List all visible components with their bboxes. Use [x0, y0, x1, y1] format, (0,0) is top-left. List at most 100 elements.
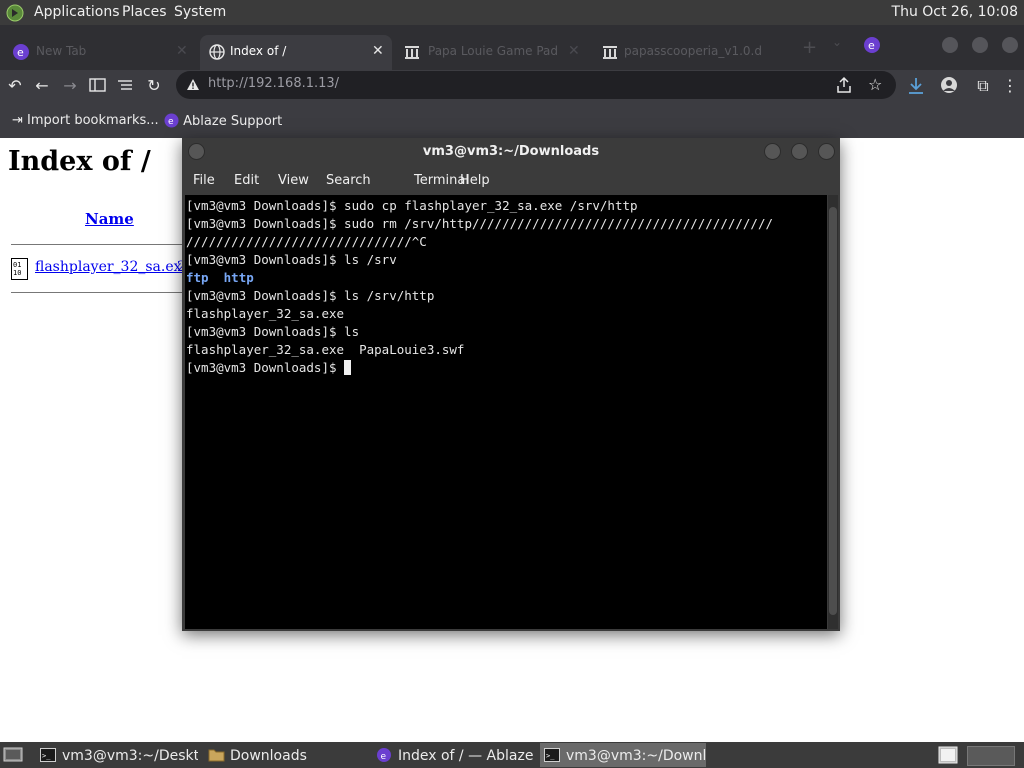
bookmark-label: Ablaze Support	[183, 114, 283, 129]
terminal-line: [vm3@vm3 Downloads]$ ls	[186, 324, 360, 339]
page-title: Index of /	[8, 146, 151, 177]
binary-file-icon: 01 10	[11, 258, 28, 280]
column-header-name[interactable]: Name	[85, 210, 134, 228]
tab-papa-louie[interactable]: Papa Louie Game Pad ✕	[396, 35, 588, 70]
task-browser[interactable]: e Index of / — Ablaze ...	[374, 743, 534, 767]
bookmark-ablaze-support[interactable]: e Ablaze Support	[164, 113, 282, 129]
import-icon: ⇥	[12, 113, 23, 128]
browser-tab-strip: e New Tab ✕ Index of / ✕ Papa Louie Game…	[0, 25, 1024, 70]
workspace-switcher-icon[interactable]	[938, 746, 958, 764]
show-desktop-icon[interactable]	[3, 746, 23, 764]
browser-toolbar: ↶ ← → ↻ http://192.168.1.13/ ☆ ⧉ ⋮	[0, 70, 1024, 102]
forward-arrow-icon[interactable]: →	[58, 74, 82, 98]
menu-edit[interactable]: Edit	[234, 173, 259, 188]
svg-text:01: 01	[13, 261, 21, 269]
terminal-line: [vm3@vm3 Downloads]$ ls /srv	[186, 252, 397, 267]
svg-text:e: e	[17, 46, 24, 59]
undo-close-icon[interactable]: ↶	[3, 74, 27, 98]
terminal-scrollbar[interactable]	[828, 195, 838, 629]
divider	[11, 244, 186, 245]
tab-label: Index of /	[230, 44, 287, 58]
terminal-icon: >_	[40, 748, 56, 762]
file-link[interactable]: flashplayer_32_sa.exe	[35, 259, 190, 275]
terminal-titlebar[interactable]: vm3@vm3:~/Downloads	[182, 138, 840, 165]
tab-index-of[interactable]: Index of / ✕	[200, 35, 392, 70]
svg-text:e: e	[168, 117, 174, 127]
sidebar-icon[interactable]	[89, 78, 106, 92]
task-terminal-desktop[interactable]: >_ vm3@vm3:~/Desktop	[38, 743, 198, 767]
folder-icon	[208, 749, 225, 762]
terminal-window: vm3@vm3:~/Downloads File Edit View Searc…	[182, 138, 840, 631]
tab-list-chevron-icon[interactable]: ⌄	[832, 35, 842, 49]
ablaze-logo-icon: e	[164, 113, 179, 128]
menu-system[interactable]: System	[174, 4, 226, 20]
tab-new-tab[interactable]: e New Tab ✕	[4, 35, 196, 70]
reload-icon[interactable]: ↻	[142, 74, 166, 98]
menu-kebab-icon[interactable]: ⋮	[998, 74, 1022, 98]
minimize-button[interactable]	[764, 143, 781, 160]
menu-help[interactable]: Help	[460, 173, 490, 188]
dir-entry: ftp	[186, 270, 209, 285]
extensions-puzzle-icon[interactable]: ⧉	[971, 74, 995, 98]
terminal-line: ftp http	[186, 270, 254, 285]
terminal-line: flashplayer_32_sa.exe PapaLouie3.swf	[186, 342, 465, 357]
url-bar[interactable]: http://192.168.1.13/ ☆	[176, 71, 896, 99]
taskbar: >_ vm3@vm3:~/Desktop Downloads e Index o…	[0, 742, 1024, 768]
terminal-output[interactable]: [vm3@vm3 Downloads]$ sudo cp flashplayer…	[185, 195, 827, 629]
menu-places[interactable]: Places	[122, 4, 167, 20]
prompt-text: [vm3@vm3 Downloads]$	[186, 360, 345, 375]
menu-search[interactable]: Search	[326, 173, 371, 188]
close-button[interactable]	[818, 143, 835, 160]
menu-view[interactable]: View	[278, 173, 309, 188]
bookmark-label: Import bookmarks...	[27, 113, 159, 128]
bookmark-import[interactable]: ⇥ Import bookmarks...	[12, 113, 159, 128]
window-minimize-button[interactable]	[942, 37, 958, 53]
close-icon[interactable]: ✕	[176, 43, 188, 59]
tab-label: papasscooperia_v1.0.d	[624, 44, 762, 58]
terminal-menubar: File Edit View Search Terminal Help	[182, 168, 840, 194]
bookmark-star-icon[interactable]: ☆	[868, 75, 882, 94]
archive-icon	[405, 46, 419, 59]
task-downloads[interactable]: Downloads	[206, 743, 366, 767]
url-text[interactable]: http://192.168.1.13/	[208, 76, 339, 91]
workspace-pager[interactable]	[967, 746, 1015, 766]
window-close-button[interactable]	[1002, 37, 1018, 53]
ablaze-logo-icon[interactable]: e	[863, 36, 881, 54]
svg-text:>_: >_	[42, 752, 51, 760]
download-icon[interactable]	[907, 76, 925, 96]
new-tab-plus-icon[interactable]: +	[802, 37, 817, 58]
svg-text:e: e	[868, 39, 875, 52]
distro-logo-icon[interactable]	[6, 4, 24, 22]
ablaze-logo-icon: e	[377, 748, 391, 762]
tab-label: New Tab	[36, 44, 87, 58]
terminal-prompt-line: [vm3@vm3 Downloads]$	[186, 360, 352, 375]
svg-text:10: 10	[13, 269, 21, 277]
reader-list-icon[interactable]	[118, 79, 132, 91]
top-panel: Applications Places System Thu Oct 26, 1…	[0, 0, 1024, 25]
task-label: Downloads	[230, 748, 307, 764]
ablaze-logo-icon: e	[13, 44, 29, 60]
clock[interactable]: Thu Oct 26, 10:08	[892, 4, 1018, 20]
menu-applications[interactable]: Applications	[34, 4, 120, 20]
archive-icon	[603, 46, 617, 59]
menu-file[interactable]: File	[193, 173, 215, 188]
close-icon[interactable]: ✕	[372, 43, 384, 59]
back-arrow-icon[interactable]: ←	[30, 74, 54, 98]
task-terminal-downloads[interactable]: >_ vm3@vm3:~/Downl...	[540, 743, 706, 767]
task-label: vm3@vm3:~/Downl...	[566, 748, 706, 764]
warning-icon[interactable]	[186, 78, 200, 91]
globe-icon	[209, 44, 225, 60]
close-icon[interactable]: ✕	[568, 43, 580, 59]
share-icon[interactable]	[836, 76, 852, 94]
bookmarks-bar: ⇥ Import bookmarks... e Ablaze Support	[0, 102, 1024, 138]
dir-entry: http	[223, 270, 254, 285]
scrollbar-thumb[interactable]	[829, 207, 837, 615]
maximize-button[interactable]	[791, 143, 808, 160]
terminal-icon: >_	[544, 748, 560, 762]
tab-label: Papa Louie Game Pad	[428, 44, 558, 58]
account-icon[interactable]	[940, 76, 958, 94]
tab-papas-scooperia[interactable]: papasscooperia_v1.0.d	[592, 35, 778, 70]
window-maximize-button[interactable]	[972, 37, 988, 53]
terminal-line: [vm3@vm3 Downloads]$ ls /srv/http	[186, 288, 435, 303]
task-label: vm3@vm3:~/Desktop	[62, 748, 198, 764]
